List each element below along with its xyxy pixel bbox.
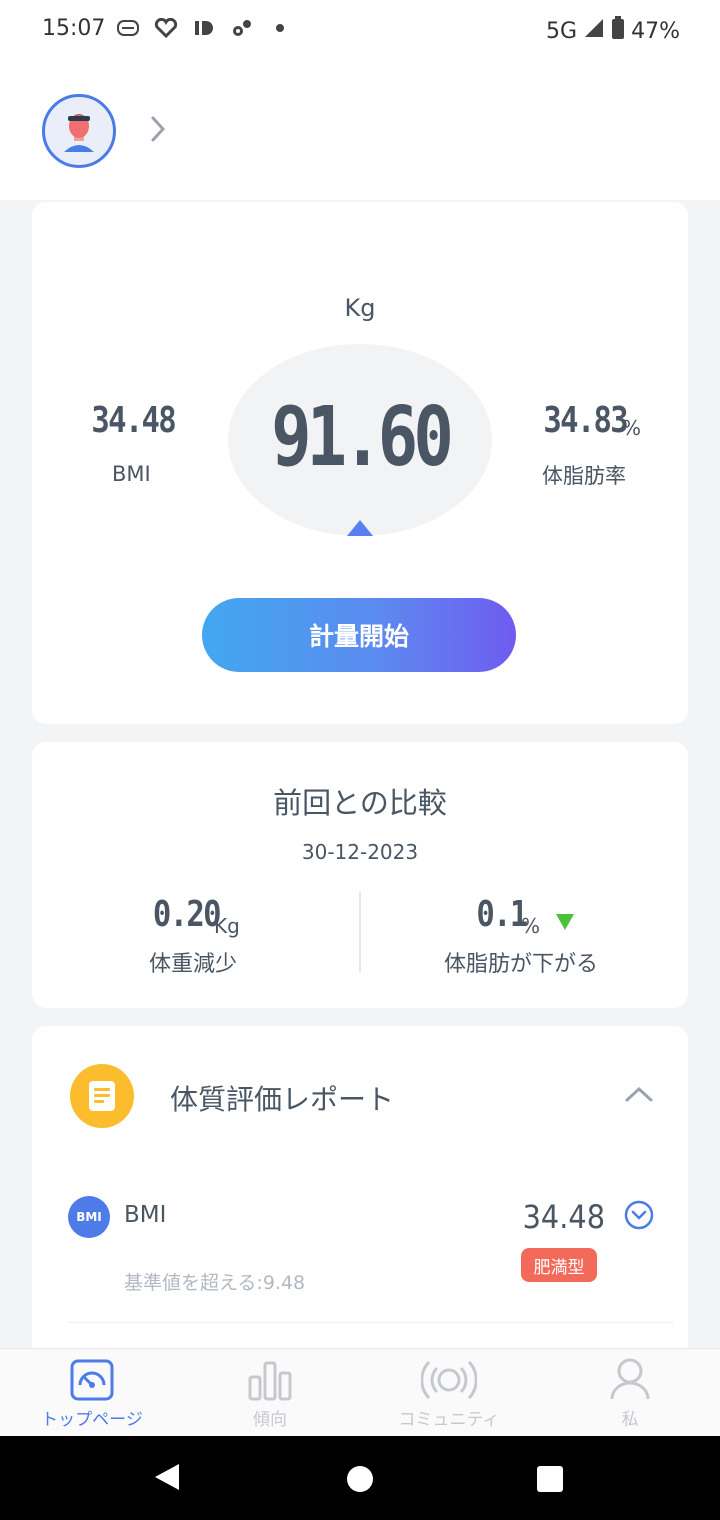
nav-label-me: 私 [621, 1410, 639, 1430]
weight-value: 91.60 [271, 390, 454, 485]
nav-item-trend[interactable]: 傾向 [230, 1349, 310, 1437]
measurement-card: Kg 91.60 34.48 BMI 34.83 % 体脂肪率 計量開始 [32, 202, 688, 724]
broadcast-icon [421, 1349, 477, 1401]
nav-item-home[interactable]: トップページ [30, 1349, 154, 1437]
id-icon [192, 16, 216, 40]
nav-label-community: コミュニティ [398, 1410, 500, 1430]
app-icon [116, 16, 140, 40]
weight-change-unit: Kg [214, 914, 240, 938]
nav-item-me[interactable]: 私 [598, 1349, 662, 1437]
fat-change-label: 体脂肪が下がる [444, 952, 599, 977]
comparison-card: 前回との比較 30-12-2023 0.20 Kg 体重減少 0.1 % 体脂肪… [32, 742, 688, 1008]
status-badge: 肥満型 [521, 1248, 597, 1282]
gauge-icon [70, 1349, 114, 1401]
user-avatar[interactable] [42, 94, 116, 168]
bmi-badge-icon: BMI [68, 1196, 110, 1238]
person-icon [609, 1349, 651, 1401]
status-time: 15:07 [42, 16, 106, 41]
weight-unit: Kg [344, 294, 376, 322]
comparison-divider [359, 892, 361, 972]
battery-icon [611, 16, 625, 46]
home-icon[interactable] [347, 1466, 373, 1492]
start-measurement-button[interactable]: 計量開始 [202, 598, 516, 672]
document-icon [70, 1064, 134, 1128]
chevron-right-icon[interactable] [148, 114, 168, 148]
weight-change-value: 0.20 [152, 894, 222, 935]
weight-change-label: 体重減少 [149, 952, 238, 977]
dot-icon [268, 16, 292, 40]
report-divider [68, 1322, 674, 1323]
body-fat-value: 34.83 [543, 400, 628, 441]
report-item-value: 34.48 [522, 1198, 606, 1236]
report-item-name: BMI [124, 1202, 167, 1228]
report-card: 体質評価レポート BMI BMI 34.48 肥満型 基準値を超える:9.48 [32, 1026, 688, 1366]
comparison-title: 前回との比較 [273, 786, 447, 820]
heart-icon [154, 16, 178, 40]
system-navigation-bar [0, 1436, 720, 1520]
chevron-down-circle-icon[interactable] [624, 1200, 654, 1234]
nav-label-home: トップページ [41, 1410, 143, 1430]
bar-chart-icon [247, 1349, 293, 1401]
body-fat-unit: % [622, 416, 642, 440]
battery-percent: 47% [631, 18, 680, 44]
fat-change-value: 0.1 [476, 894, 528, 935]
back-icon[interactable] [155, 1464, 179, 1490]
network-label: 5G [546, 18, 578, 44]
fat-change-unit: % [521, 914, 541, 938]
trend-down-icon [556, 914, 574, 930]
status-notification-icons [116, 16, 292, 40]
comparison-date: 30-12-2023 [301, 840, 419, 864]
bottom-navigation: トップページ 傾向 コミュニティ 私 [0, 1348, 720, 1436]
profile-header [0, 60, 720, 200]
body-fat-label: 体脂肪率 [542, 464, 626, 488]
report-title: 体質評価レポート [170, 1083, 395, 1116]
status-bar: 15:07 5G 47% [0, 0, 720, 60]
bmi-label: BMI [112, 462, 151, 486]
signal-icon [583, 17, 605, 45]
nav-label-trend: 傾向 [253, 1410, 287, 1430]
gears-icon [230, 16, 254, 40]
chevron-up-icon[interactable] [624, 1084, 654, 1108]
bmi-value: 34.48 [91, 400, 176, 441]
avatar-illustration-icon [64, 114, 94, 152]
report-item-note: 基準値を超える:9.48 [124, 1272, 306, 1294]
nav-item-community[interactable]: コミュニティ [390, 1349, 508, 1437]
recent-apps-icon[interactable] [537, 1466, 563, 1492]
status-right: 5G 47% [546, 16, 680, 46]
weight-pointer-icon [347, 520, 373, 536]
